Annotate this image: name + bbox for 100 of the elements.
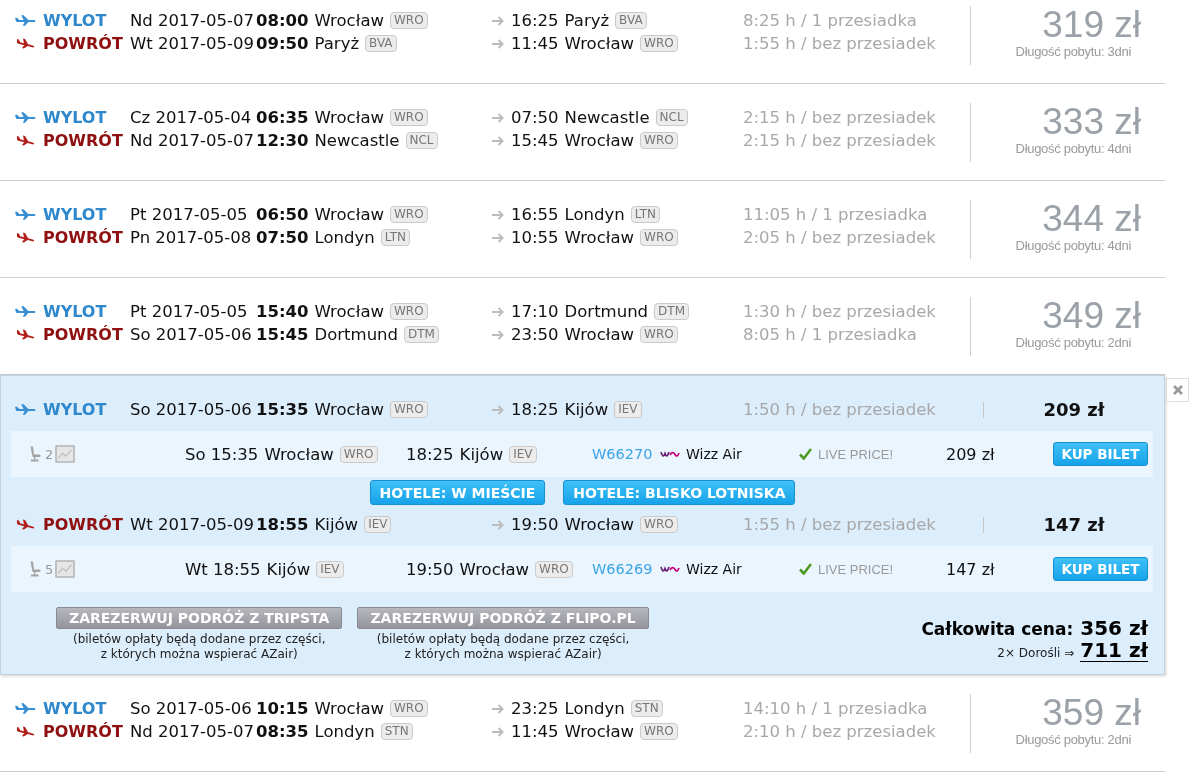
city-name: Wrocław [564, 131, 635, 150]
stay-length-text: Długość pobytu: 4dni [1015, 238, 1131, 253]
arrival-time: 16:55 [511, 205, 559, 224]
city-name: Wrocław [314, 699, 384, 718]
direction-label: WYLOT [43, 108, 108, 127]
seat-count: 5 [45, 561, 54, 577]
airport-code-tag: WRO [535, 560, 573, 578]
segment-price-text: 209 zł [946, 444, 995, 464]
airport-code-tag: STN [380, 723, 413, 740]
stay-length-text: Długość pobytu: 2dni [1015, 335, 1131, 350]
direction-label: POWRÓT [43, 34, 124, 53]
landing-airplane-icon [15, 133, 36, 148]
arrow-icon [492, 209, 504, 220]
direction-label: POWRÓT [43, 228, 124, 247]
direction-label: WYLOT [43, 400, 108, 419]
city-name: Wrocław [564, 34, 635, 53]
departure-time: 12:30 [256, 131, 309, 150]
date-text: So 2017-05-06 [130, 325, 253, 344]
city-name: Wrocław [314, 205, 384, 224]
arrival-time: 10:55 [511, 228, 559, 247]
arrow-icon [492, 404, 504, 415]
arrival-time: 07:50 [511, 108, 559, 127]
departure-time: 15:35 [256, 400, 309, 419]
direction-label: POWRÓT [43, 722, 124, 741]
city-name: Wrocław [314, 11, 384, 30]
city-name: Wrocław [314, 302, 384, 321]
departure-time: 06:50 [256, 205, 309, 224]
seat-icon [29, 561, 41, 577]
airport-code-tag: LTN [630, 206, 661, 223]
leg-price-text: 147 zł [1043, 514, 1105, 535]
city-name: Newcastle [564, 108, 650, 127]
arrow-icon [492, 15, 504, 26]
duration-text: 2:05 h / bez przesiadek [743, 228, 937, 247]
live-price-label: LIVE PRICE! [818, 446, 894, 462]
stay-length-text: Długość pobytu: 2dni [1015, 732, 1131, 747]
price-text: 359 zł [1042, 694, 1141, 732]
city-name: Dortmund [314, 325, 399, 344]
arrival-time: 17:10 [511, 302, 559, 321]
airplane-icon [15, 209, 36, 220]
arrival-time: 18:25 [406, 444, 454, 464]
seat-count: 2 [45, 446, 54, 462]
airplane-icon [15, 112, 36, 123]
city-name: Wrocław [564, 325, 635, 344]
arrival-time: 23:50 [511, 325, 559, 344]
airport-code-tag: WRO [390, 109, 428, 126]
city-name: Wrocław [459, 559, 530, 579]
city-name: Londyn [564, 205, 625, 224]
buy-ticket-button[interactable]: KUP BILET [1053, 442, 1148, 466]
date-text: Cz 2017-05-04 [130, 108, 253, 127]
airport-code-tag: WRO [640, 35, 678, 52]
duration-text: 1:30 h / bez przesiadek [743, 302, 937, 321]
duration-text: 2:10 h / bez przesiadek [743, 722, 937, 741]
date-text: Nd 2017-05-07 [130, 131, 255, 150]
airport-code-tag: IEV [614, 401, 642, 418]
check-icon [799, 563, 812, 575]
city-name: Wrocław [564, 515, 635, 534]
airport-code-tag: BVA [365, 35, 397, 52]
buy-ticket-button[interactable]: KUP BILET [1053, 557, 1148, 581]
arrival-time: 11:45 [511, 34, 559, 53]
airport-code-tag: WRO [640, 326, 678, 343]
airport-code-tag: WRO [390, 303, 428, 320]
arrow-icon [492, 135, 504, 146]
close-button[interactable] [1166, 378, 1189, 402]
arrival-time: 18:25 [511, 400, 559, 419]
flight-number-link[interactable]: W66269 [592, 561, 653, 577]
airport-code-tag: NCL [405, 132, 438, 149]
hotel-button[interactable]: HOTELE: W MIEŚCIE [369, 480, 546, 505]
city-name: Wrocław [314, 108, 384, 127]
landing-airplane-icon [15, 230, 36, 245]
arrow-icon [492, 519, 504, 530]
airport-code-tag: WRO [390, 401, 428, 418]
leg-price-text: 209 zł [1043, 399, 1105, 420]
total-price: 356 zł [1080, 616, 1148, 640]
city-name: Wrocław [564, 228, 635, 247]
close-icon [1172, 385, 1183, 395]
booking-button[interactable]: ZAREZERWUJ PODRÓŻ Z TRIPSTA [56, 607, 343, 629]
duration-text: 2:15 h / bez przesiadek [743, 108, 937, 127]
booking-note: (biletów opłaty będą dodane przez części, z których można wspierać AZair) [72, 632, 326, 662]
airport-code-tag: WRO [640, 229, 678, 246]
hotel-button[interactable]: HOTELE: BLISKO LOTNISKA [563, 480, 796, 505]
direction-label: WYLOT [43, 699, 108, 718]
flight-number-link[interactable]: W66270 [592, 446, 653, 462]
booking-button[interactable]: ZAREZERWUJ PODRÓŻ Z FLIPO.PL [357, 607, 649, 629]
arrival-time: 19:50 [511, 515, 559, 534]
duration-text: 1:50 h / bez przesiadek [743, 400, 937, 419]
arrow-icon [492, 232, 504, 243]
date-text: Pn 2017-05-08 [130, 228, 253, 247]
segment-price-text: 147 zł [946, 559, 995, 579]
airport-code-tag: BVA [615, 12, 647, 29]
date-text: So 2017-05-06 [130, 400, 253, 419]
price-text: 333 zł [1042, 103, 1141, 141]
city-name: Paryż [564, 11, 610, 30]
landing-airplane-icon [15, 724, 36, 739]
airline-logo-icon [660, 564, 680, 574]
departure-time: 18:55 [256, 515, 309, 534]
direction-label: POWRÓT [43, 131, 124, 150]
city-name: Wrocław [564, 722, 635, 741]
price-text: 349 zł [1042, 297, 1141, 335]
arrow-icon [492, 306, 504, 317]
airport-code-tag: WRO [640, 132, 678, 149]
